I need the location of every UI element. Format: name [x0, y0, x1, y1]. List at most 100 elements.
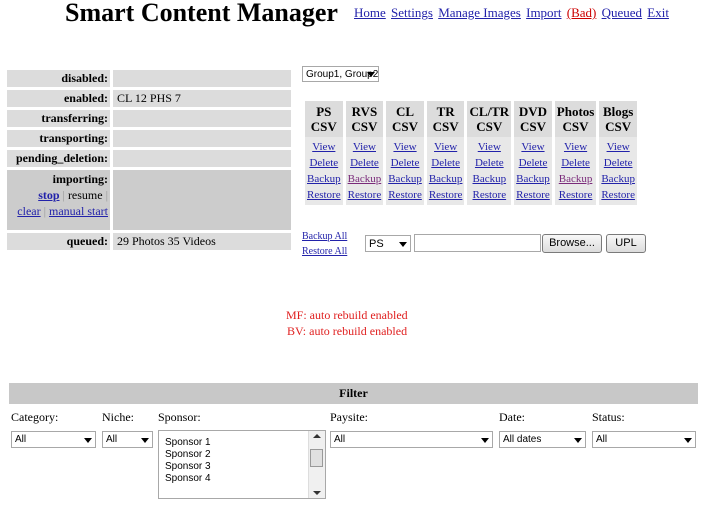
csv-delete-link[interactable]: Delete	[557, 155, 595, 171]
paysite-select-value: All	[334, 434, 346, 445]
pending-deletion-label: pending_deletion:	[7, 150, 110, 167]
enabled-label: enabled:	[7, 90, 110, 107]
chevron-down-icon	[684, 437, 692, 443]
separator: |	[43, 204, 47, 218]
csv-delete-link[interactable]: Delete	[516, 155, 550, 171]
csv-delete-link[interactable]: Delete	[307, 155, 341, 171]
csv-column-header: Photos CSV	[554, 101, 597, 137]
csv-column-suffix: CSV	[392, 119, 419, 134]
csv-view-link[interactable]: View	[601, 139, 635, 155]
csv-column-suffix: CSV	[562, 119, 589, 134]
csv-column-header: RVS CSV	[345, 101, 384, 137]
disabled-label: disabled:	[7, 70, 110, 87]
scroll-down-icon[interactable]	[313, 491, 321, 495]
csv-delete-link[interactable]: Delete	[348, 155, 382, 171]
nav-exit-link[interactable]: Exit	[647, 5, 669, 20]
csv-actions-cell: View Delete Backup Restore	[386, 137, 424, 205]
paysite-label: Paysite:	[330, 410, 368, 424]
importing-value	[110, 170, 291, 230]
csv-view-link[interactable]: View	[469, 139, 509, 155]
date-select[interactable]: All dates	[499, 431, 586, 448]
csv-column-header: DVD CSV	[514, 101, 552, 137]
csv-delete-link[interactable]: Delete	[388, 155, 422, 171]
import-stop-link[interactable]: stop	[38, 188, 59, 202]
browse-button[interactable]: Browse...	[542, 234, 602, 253]
csv-restore-link[interactable]: Restore	[388, 187, 422, 203]
import-clear-link[interactable]: clear	[17, 204, 40, 218]
csv-delete-link[interactable]: Delete	[469, 155, 509, 171]
sponsor-label: Sponsor:	[158, 410, 201, 424]
csv-view-link[interactable]: View	[516, 139, 550, 155]
nav-bad-link[interactable]: (Bad)	[567, 5, 597, 20]
csv-backup-link[interactable]: Backup	[429, 171, 463, 187]
sponsor-option[interactable]: Sponsor 3	[159, 461, 325, 473]
csv-backup-link[interactable]: Backup	[557, 171, 595, 187]
sponsor-listbox[interactable]: Sponsor 1 Sponsor 2 Sponsor 3 Sponsor 4	[158, 430, 326, 499]
paysite-select[interactable]: All	[330, 431, 493, 448]
disabled-value	[110, 70, 291, 87]
backup-all-link[interactable]: Backup All	[302, 231, 347, 242]
transporting-value	[110, 130, 291, 147]
scroll-up-icon[interactable]	[313, 434, 321, 438]
importing-label: importing:	[52, 172, 108, 186]
csv-column-header: Blogs CSV	[599, 101, 637, 137]
csv-restore-link[interactable]: Restore	[348, 187, 382, 203]
csv-view-link[interactable]: View	[348, 139, 382, 155]
nav-manage-images-link[interactable]: Manage Images	[438, 5, 521, 20]
import-manual-start-link[interactable]: manual start	[49, 204, 108, 218]
csv-column-suffix: CSV	[351, 119, 378, 134]
file-path-input[interactable]	[414, 234, 541, 252]
csv-restore-link[interactable]: Restore	[469, 187, 509, 203]
pending-deletion-value	[110, 150, 291, 167]
csv-actions-cell: View Delete Backup Restore	[514, 137, 552, 205]
group-select[interactable]: Group1, Group2	[302, 66, 379, 82]
csv-backup-link[interactable]: Backup	[601, 171, 635, 187]
csv-column-name: Blogs	[602, 104, 634, 119]
csv-actions-cell: View Delete Backup Restore	[599, 137, 637, 205]
csv-backup-link[interactable]: Backup	[307, 171, 341, 187]
csv-view-link[interactable]: View	[388, 139, 422, 155]
csv-view-link[interactable]: View	[429, 139, 463, 155]
nav-queued-link[interactable]: Queued	[602, 5, 642, 20]
enabled-value: CL 12 PHS 7	[110, 90, 291, 107]
scrollbar[interactable]	[308, 431, 325, 498]
category-select[interactable]: All	[11, 431, 96, 448]
csv-view-link[interactable]: View	[557, 139, 595, 155]
csv-column-suffix: CSV	[310, 119, 337, 134]
upload-button[interactable]: UPL	[606, 234, 646, 253]
chevron-down-icon	[141, 437, 149, 443]
scrollbar-thumb[interactable]	[310, 449, 323, 467]
csv-backup-link[interactable]: Backup	[388, 171, 422, 187]
csv-backup-link[interactable]: Backup	[348, 171, 382, 187]
csv-restore-link[interactable]: Restore	[307, 187, 341, 203]
status-select[interactable]: All	[592, 431, 696, 448]
csv-backup-link[interactable]: Backup	[469, 171, 509, 187]
separator: |	[105, 188, 108, 202]
csv-type-select[interactable]: PS	[365, 235, 411, 252]
queued-value: 29 Photos 35 Videos	[110, 233, 291, 250]
csv-column-name: DVD	[518, 104, 548, 119]
transporting-label: transporting:	[7, 130, 110, 147]
nav-home-link[interactable]: Home	[354, 5, 386, 20]
csv-restore-link[interactable]: Restore	[516, 187, 550, 203]
csv-column-name: Photos	[556, 104, 595, 119]
nav-settings-link[interactable]: Settings	[391, 5, 433, 20]
csv-restore-link[interactable]: Restore	[601, 187, 635, 203]
top-nav: Home Settings Manage Images Import (Bad)…	[354, 5, 671, 21]
csv-delete-link[interactable]: Delete	[601, 155, 635, 171]
csv-view-link[interactable]: View	[307, 139, 341, 155]
sponsor-option[interactable]: Sponsor 1	[159, 437, 325, 449]
csv-backup-link[interactable]: Backup	[516, 171, 550, 187]
importing-cell: importing: stop | resume | clear | manua…	[7, 170, 110, 230]
chevron-down-icon	[84, 437, 92, 443]
csv-delete-link[interactable]: Delete	[429, 155, 463, 171]
csv-restore-link[interactable]: Restore	[429, 187, 463, 203]
csv-restore-link[interactable]: Restore	[557, 187, 595, 203]
sponsor-option[interactable]: Sponsor 2	[159, 449, 325, 461]
csv-column-suffix: CSV	[476, 119, 503, 134]
niche-select[interactable]: All	[102, 431, 153, 448]
nav-import-link[interactable]: Import	[526, 5, 561, 20]
queued-label: queued:	[7, 233, 110, 250]
restore-all-link[interactable]: Restore All	[302, 246, 347, 257]
sponsor-option[interactable]: Sponsor 4	[159, 473, 325, 485]
